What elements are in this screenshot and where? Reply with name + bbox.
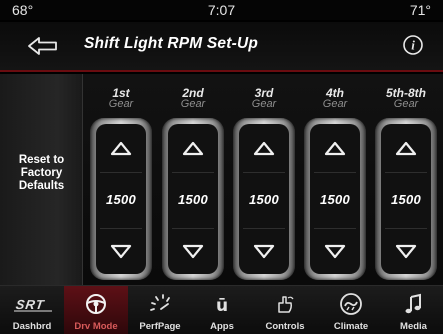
rpm-stepper: 1500 <box>162 118 224 280</box>
gear-sub-label: Gear <box>393 98 419 110</box>
rpm-value: 1500 <box>390 192 422 207</box>
increase-up-arrow-icon[interactable] <box>310 132 360 162</box>
decrease-down-arrow-icon[interactable] <box>168 240 218 266</box>
info-icon[interactable]: i <box>401 33 425 57</box>
page-title: Shift Light RPM Set-Up <box>84 35 259 52</box>
nav-label: Climate <box>333 321 369 332</box>
gear-column-2nd: 2nd Gear 1500 <box>158 74 228 285</box>
increase-up-arrow-icon[interactable] <box>96 132 146 162</box>
nav-label: PerfPage <box>139 321 181 332</box>
svg-text:SRT: SRT <box>15 297 46 312</box>
nav-label: Dashbrd <box>12 321 52 332</box>
decrease-down-arrow-icon[interactable] <box>310 240 360 266</box>
increase-up-arrow-icon[interactable] <box>168 132 218 162</box>
nav-label: Apps <box>210 321 234 332</box>
rpm-value: 1500 <box>248 192 280 207</box>
clock: 7:07 <box>207 2 236 18</box>
nav-item-media[interactable]: Media <box>384 286 443 334</box>
apps-icon: ū <box>192 292 252 316</box>
nav-label: Controls <box>265 321 305 332</box>
rpm-value: 1500 <box>105 192 137 207</box>
nav-item-perfpage[interactable]: PerfPage <box>128 286 192 334</box>
gear-sub-label: Gear <box>180 98 206 110</box>
gear-sub-label: Gear <box>108 98 134 110</box>
main-panel: Reset to Factory Defaults 1st Gear 1500 … <box>0 74 443 285</box>
gear-column-4th: 4th Gear 1500 <box>300 74 370 285</box>
gear-column-5th-8th: 5th-8th Gear 1500 <box>371 74 441 285</box>
nav-item-climate[interactable]: Climate <box>318 286 384 334</box>
reset-defaults-label: Reset to Factory Defaults <box>18 154 65 192</box>
outside-temp-right: 71° <box>409 2 431 18</box>
reset-defaults-button[interactable]: Reset to Factory Defaults <box>0 74 83 285</box>
nav-item-apps[interactable]: ū Apps <box>192 286 252 334</box>
decrease-down-arrow-icon[interactable] <box>381 240 431 266</box>
back-arrow-icon[interactable] <box>26 34 66 58</box>
controls-hand-icon <box>252 292 318 316</box>
svg-text:i: i <box>411 38 415 53</box>
rpm-stepper: 1500 <box>375 118 437 280</box>
bottom-nav-bar: SRT Dashbrd Drv Mode PerfPage ū Apps Con… <box>0 285 443 334</box>
increase-up-arrow-icon[interactable] <box>381 132 431 162</box>
svg-text:ū: ū <box>216 296 228 316</box>
rpm-value: 1500 <box>177 192 209 207</box>
nav-label: Drv Mode <box>74 321 118 332</box>
rpm-stepper: 1500 <box>304 118 366 280</box>
gear-column-3rd: 3rd Gear 1500 <box>229 74 299 285</box>
nav-item-drv-mode[interactable]: Drv Mode <box>64 286 128 334</box>
performance-gauge-icon <box>128 292 192 316</box>
title-bar: Shift Light RPM Set-Up i <box>0 22 443 72</box>
increase-up-arrow-icon[interactable] <box>239 132 289 162</box>
nav-item-controls[interactable]: Controls <box>252 286 318 334</box>
nav-label: Media <box>400 321 427 332</box>
steering-wheel-icon <box>64 292 128 316</box>
rpm-value: 1500 <box>319 192 351 207</box>
decrease-down-arrow-icon[interactable] <box>239 240 289 266</box>
rpm-stepper: 1500 <box>233 118 295 280</box>
gear-sub-label: Gear <box>251 98 277 110</box>
decrease-down-arrow-icon[interactable] <box>96 240 146 266</box>
gear-sub-label: Gear <box>322 98 348 110</box>
srt-logo-icon: SRT <box>0 292 64 316</box>
music-note-icon <box>384 292 443 316</box>
nav-item-dashbrd[interactable]: SRT Dashbrd <box>0 286 64 334</box>
status-bar: 68° 7:07 71° <box>0 0 443 20</box>
gear-column-1st: 1st Gear 1500 <box>86 74 156 285</box>
climate-icon <box>318 292 384 316</box>
rpm-stepper: 1500 <box>90 118 152 280</box>
